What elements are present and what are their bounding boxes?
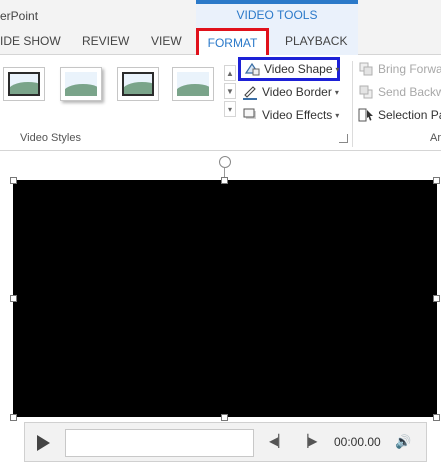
move-forward-icon[interactable]: ▕▶ [299,434,317,448]
resize-handle[interactable] [221,414,228,421]
seek-bar[interactable] [65,429,254,457]
video-style-thumbnail[interactable] [60,67,102,101]
selection-pane-label: Selection Pa [378,108,441,122]
pencil-icon [242,84,258,100]
time-display: 00:00.00 [334,435,381,449]
contextual-group-title: VIDEO TOOLS [236,8,318,22]
video-styles-group-label: Video Styles [20,132,81,144]
video-style-thumbnail[interactable] [117,67,159,101]
chevron-down-icon: ▾ [334,87,339,97]
tab-playback[interactable]: PLAYBACK [285,34,347,48]
video-effects-button[interactable]: Video Effects ▾ [242,105,339,125]
title-bar: erPoint VIDEO TOOLS [0,0,441,28]
bring-forward-button[interactable]: Bring Forwa [358,59,441,79]
gallery-down-icon[interactable]: ▼ [224,83,236,99]
resize-handle[interactable] [10,295,17,302]
rotate-handle-icon[interactable] [219,156,231,168]
send-backward-button[interactable]: Send Backw [358,82,441,102]
tab-view[interactable]: VIEW [151,34,182,48]
resize-handle[interactable] [10,414,17,421]
resize-handle[interactable] [433,295,440,302]
selection-pane-button[interactable]: Selection Pa [358,105,441,125]
selection-pane-icon [358,107,374,123]
video-style-thumbnail[interactable] [172,67,214,101]
play-icon[interactable] [37,435,50,451]
video-shape-button[interactable]: Video Shape ▾ [238,57,340,81]
slide-canvas: ◀▏ ▕▶ 00:00.00 🔊 [0,152,441,466]
tab-format[interactable]: FORMAT [196,28,269,55]
arrange-group-label: Ar [430,132,441,144]
chevron-down-icon: ▾ [335,110,340,120]
send-backward-label: Send Backw [378,85,441,99]
video-shape-icon [244,61,260,77]
dialog-launcher-icon[interactable] [339,134,348,143]
move-back-icon[interactable]: ◀▏ [269,434,287,448]
contextual-tab-group: VIDEO TOOLS [196,0,358,28]
video-frame[interactable] [13,180,437,417]
tab-slide-show[interactable]: IDE SHOW [0,34,61,48]
video-border-button[interactable]: Video Border ▾ [242,82,339,102]
bring-forward-label: Bring Forwa [378,62,441,76]
app-title: erPoint [0,9,39,23]
resize-handle[interactable] [221,177,228,184]
volume-icon[interactable]: 🔊 [395,434,411,450]
video-style-thumbnail[interactable] [3,67,45,101]
ribbon: ▲ ▼ ▾ Video Shape ▾ Video Border ▾ Video… [0,55,441,151]
media-controls: ◀▏ ▕▶ 00:00.00 🔊 [24,422,427,462]
tab-review[interactable]: REVIEW [82,34,129,48]
video-shape-label: Video Shape [264,62,333,76]
video-effects-icon [242,107,258,123]
bring-forward-icon [358,61,374,77]
send-backward-icon [358,84,374,100]
gallery-up-icon[interactable]: ▲ [224,65,236,81]
gallery-scroll: ▲ ▼ ▾ [224,65,236,117]
gallery-more-icon[interactable]: ▾ [224,101,236,117]
video-effects-label: Video Effects [262,108,333,122]
resize-handle[interactable] [433,177,440,184]
resize-handle[interactable] [433,414,440,421]
chevron-down-icon: ▾ [335,64,340,74]
resize-handle[interactable] [10,177,17,184]
video-border-label: Video Border [262,85,332,99]
ribbon-tab-row: IDE SHOW REVIEW VIEW FORMAT PLAYBACK [0,28,441,55]
group-divider [352,61,353,147]
